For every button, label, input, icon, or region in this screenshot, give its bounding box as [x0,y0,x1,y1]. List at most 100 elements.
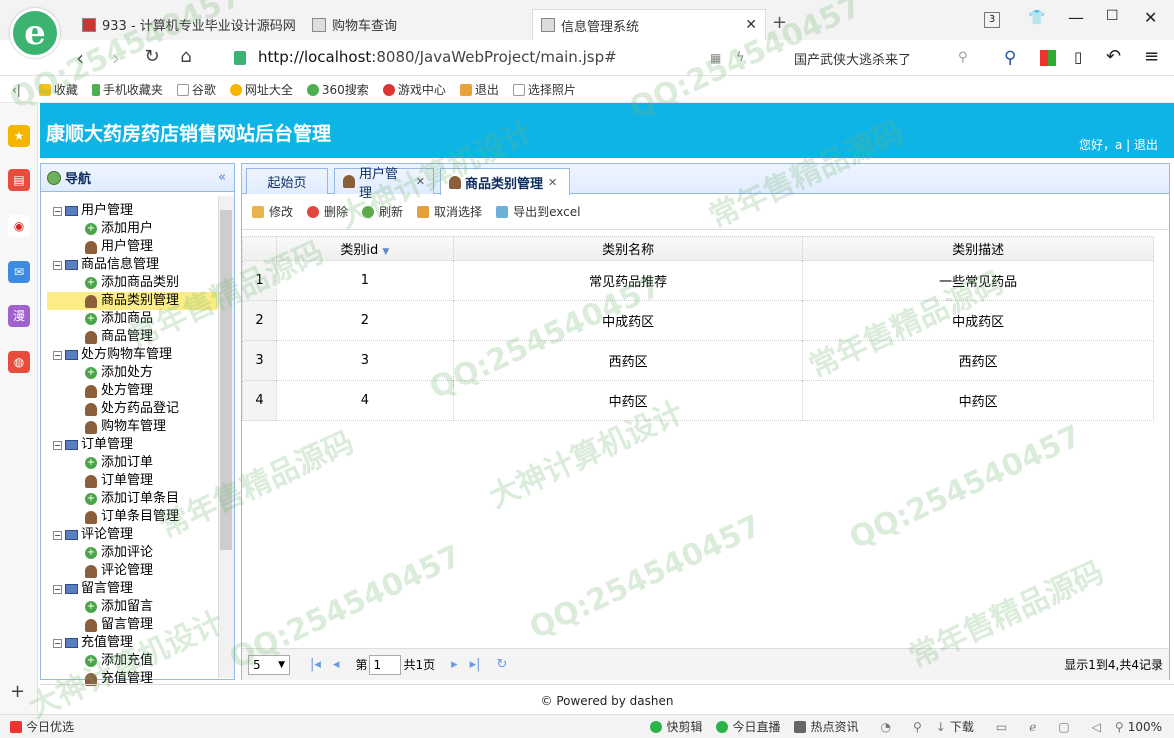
shirt-icon[interactable]: 👕 [1028,10,1045,26]
bookmark-item[interactable]: 收藏 [38,81,78,98]
tree-item[interactable]: + 添加订单 [47,454,217,472]
status-left[interactable]: 今日优选 [10,718,74,735]
tab-category-management[interactable]: 商品类别管理 ✕ [440,168,570,195]
apps-icon[interactable] [1040,50,1056,66]
undo-icon[interactable]: ↶ [1106,46,1121,67]
home-icon[interactable]: ⌂ [174,46,198,67]
new-tab-button[interactable]: + [772,12,787,33]
tab-user-management[interactable]: 用户管理 ✕ [334,167,434,201]
tree-item[interactable]: 处方管理 [47,382,217,400]
phone-icon[interactable]: ▯ [1074,48,1082,66]
reload-icon[interactable]: ↻ [140,46,164,67]
pin-icon[interactable]: ⚲ [913,720,922,734]
collapse-node-icon[interactable]: − [53,440,62,450]
tree-item[interactable]: 用户管理 [47,238,217,256]
tree-item[interactable]: + 添加用户 [47,220,217,238]
refresh-page-icon[interactable]: ↻ [497,657,508,672]
bookmark-item[interactable]: 选择照片 [512,81,576,98]
search-input[interactable]: 国产武侠大逃杀来了 [794,49,911,68]
search-icon[interactable]: ⚲ [958,50,968,65]
bookmark-item[interactable]: 手机收藏夹 [91,81,163,98]
sidebar-toggle-icon[interactable]: ‹| [12,83,21,97]
browser-tab-active[interactable]: 信息管理系统 ✕ [532,9,766,40]
last-page-icon[interactable]: ▸| [470,657,481,672]
add-sidebar-icon[interactable]: + [10,681,25,702]
status-item[interactable]: 快剪辑 [650,718,702,735]
tree-item[interactable]: 订单条目管理 [47,508,217,526]
zoom-control[interactable]: ⚲ 100% [1115,720,1162,734]
nav-scrollbar-thumb[interactable] [220,210,232,550]
close-icon[interactable]: ✕ [416,175,425,188]
tree-group[interactable]: − 处方购物车管理 [47,346,217,364]
comic-icon[interactable]: 漫 [8,305,30,327]
tree-item[interactable]: 购物车管理 [47,418,217,436]
edit-button[interactable]: 修改 [252,203,293,220]
tree-group[interactable]: − 用户管理 [47,202,217,220]
refresh-button[interactable]: 刷新 [362,203,403,220]
ie-icon[interactable]: ℯ [1029,720,1036,734]
tree-group[interactable]: − 充值管理 [47,634,217,652]
collapse-node-icon[interactable]: − [53,584,62,594]
minimize-icon[interactable]: — [1068,8,1084,27]
bookmark-item[interactable]: 360搜索 [306,81,369,98]
close-tab-icon[interactable]: ✕ [745,17,757,33]
collapse-node-icon[interactable]: − [53,638,62,648]
tree-group[interactable]: − 订单管理 [47,436,217,454]
tree-item[interactable]: + 添加处方 [47,364,217,382]
lightning-icon[interactable]: ϟ [736,50,745,65]
collapse-node-icon[interactable]: − [53,260,62,270]
tree-item[interactable]: 订单管理 [47,472,217,490]
bookmark-item[interactable]: 网址大全 [229,81,293,98]
prev-page-icon[interactable]: ◂ [333,657,340,672]
column-header-id[interactable]: 类别id ▼ [275,236,454,261]
tree-group[interactable]: − 商品信息管理 [47,256,217,274]
table-row[interactable]: 2 2 中成药区 中成药区 [242,300,1154,341]
delete-button[interactable]: 删除 [307,203,348,220]
close-icon[interactable]: ✕ [548,176,557,189]
speed-icon[interactable]: ◔ [881,720,891,734]
export-button[interactable]: 导出到excel [496,203,580,220]
browser-tab-1[interactable]: 933 - 计算机专业毕业设计源码网 [74,9,304,40]
cancel-select-button[interactable]: 取消选择 [417,203,482,220]
magnifier-icon[interactable]: ⚲ [1004,48,1016,68]
tree-item[interactable]: 留言管理 [47,616,217,634]
tree-item[interactable]: 商品管理 [47,328,217,346]
next-page-icon[interactable]: ▸ [451,657,458,672]
window-icon[interactable]: ▭ [996,720,1007,734]
status-item[interactable]: 热点资讯 [794,718,859,735]
page-size-select[interactable]: 5 ▼ [248,654,290,675]
table-row[interactable]: 4 4 中药区 中药区 [242,380,1154,421]
page-number-input[interactable]: 1 [369,654,402,675]
status-item[interactable]: ↓ 下载 [936,718,974,735]
tree-item[interactable]: 评论管理 [47,562,217,580]
tree-item[interactable]: + 添加订单条目 [47,490,217,508]
back-icon[interactable]: ‹ [68,46,92,70]
news-icon[interactable]: ▤ [8,169,30,191]
collapse-node-icon[interactable]: − [53,350,62,360]
collapse-node-icon[interactable]: − [53,530,62,540]
tree-group[interactable]: − 评论管理 [47,526,217,544]
qr-icon[interactable]: ▦ [710,51,721,65]
table-row[interactable]: 1 1 常见药品推荐 一些常见药品 [242,260,1154,301]
tree-item[interactable]: + 添加评论 [47,544,217,562]
column-header-desc[interactable]: 类别描述 [802,236,1154,261]
screen-icon[interactable]: ▢ [1058,720,1069,734]
table-row[interactable]: 3 3 西药区 西药区 [242,340,1154,381]
bookmark-item[interactable]: 游戏中心 [382,81,446,98]
favorites-star-icon[interactable]: ★ [8,125,30,147]
column-header-name[interactable]: 类别名称 [452,236,804,261]
first-page-icon[interactable]: |◂ [310,657,321,672]
gamepad-icon[interactable]: ◍ [8,351,30,373]
close-window-icon[interactable]: ✕ [1144,8,1157,27]
tree-item[interactable]: + 添加商品 [47,310,217,328]
forward-icon[interactable]: › [104,46,128,70]
menu-icon[interactable]: ≡ [1144,46,1159,67]
tree-item[interactable]: + 添加商品类别 [47,274,217,292]
logout-link[interactable]: 退出 [1134,138,1158,152]
tree-item[interactable]: 处方药品登记 [47,400,217,418]
tab-home[interactable]: 起始页 [246,168,328,194]
maximize-icon[interactable]: ☐ [1106,8,1119,24]
tab-count-badge[interactable]: 3 [984,12,1000,28]
collapse-icon[interactable]: « [218,170,226,185]
volume-icon[interactable]: ◁ [1092,720,1101,734]
